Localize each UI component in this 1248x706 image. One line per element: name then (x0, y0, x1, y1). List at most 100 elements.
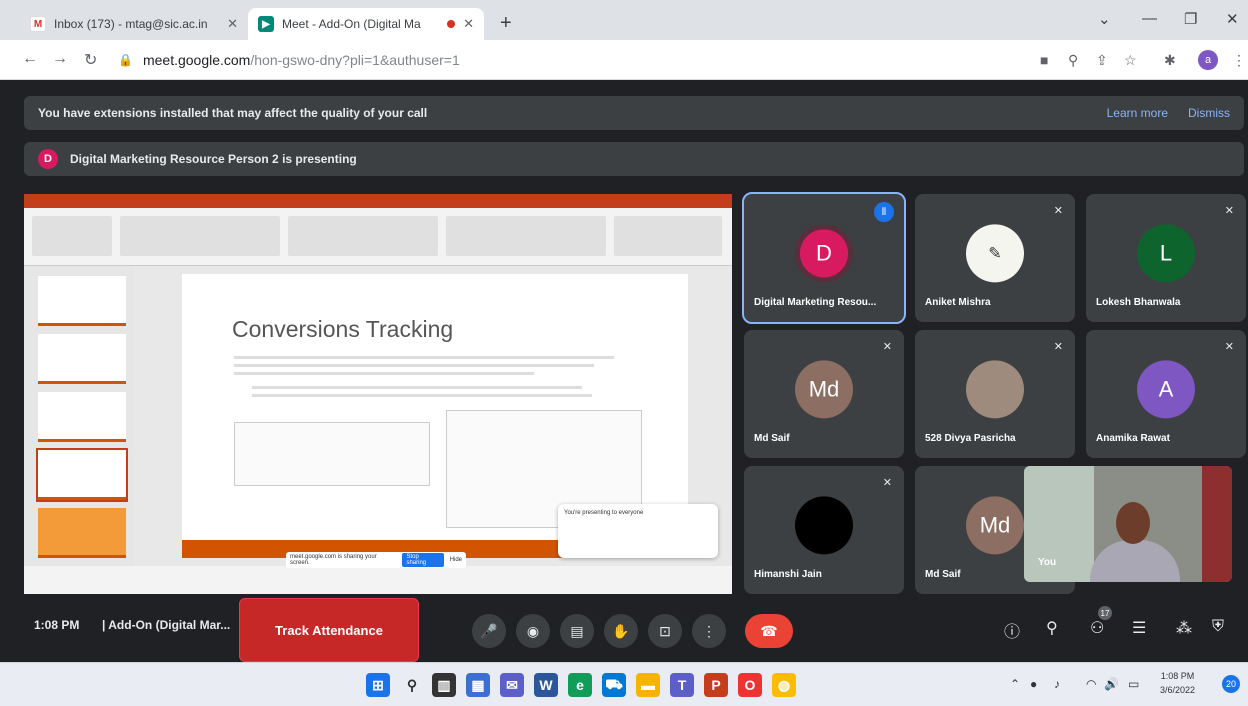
extension-warning-banner: You have extensions installed that may a… (24, 96, 1244, 130)
learn-more-link[interactable]: Learn more (1107, 106, 1168, 120)
share-bar-text: meet.google.com is sharing your screen. (290, 554, 377, 566)
search-icon[interactable]: ⚲ (400, 673, 424, 697)
new-tab-button[interactable]: + (500, 12, 512, 35)
avatar: A (1137, 360, 1195, 419)
dismiss-link[interactable]: Dismiss (1188, 106, 1230, 120)
participant-tile[interactable]: ✕ 528 Divya Pasricha (915, 330, 1075, 458)
present-icon[interactable]: ⊡ (648, 614, 682, 648)
volume-icon[interactable]: 🔊 (1104, 677, 1119, 691)
mic-off-icon: ✕ (882, 341, 892, 353)
stop-sharing-button[interactable]: Stop sharing (402, 553, 444, 567)
hide-button[interactable]: Hide (450, 557, 462, 563)
track-attendance-button[interactable]: Track Attendance (239, 598, 419, 662)
meet-window: You have extensions installed that may a… (0, 80, 1248, 662)
zoom-icon[interactable]: ⚲ (1068, 52, 1078, 69)
share-icon[interactable]: ⇪ (1096, 52, 1108, 69)
captions-icon[interactable]: ▤ (560, 614, 594, 648)
browser-toolbar: ← → ↻ 🔒 meet.google.com /hon-gswo-dny?pl… (0, 40, 1248, 80)
chevron-up-icon[interactable]: ⌃ (1010, 677, 1020, 691)
mute-all-icon[interactable]: ⚲ (1046, 618, 1058, 638)
camera-icon[interactable]: ◉ (516, 614, 550, 648)
word-icon[interactable]: W (534, 673, 558, 697)
self-label: You (1038, 557, 1057, 568)
participant-name: Md Saif (754, 433, 790, 444)
avatar: ✎ (966, 224, 1024, 283)
ppt-status-bar (24, 566, 732, 594)
end-call-button[interactable]: ☎ (745, 614, 793, 648)
camera-in-use-icon[interactable]: ■ (1040, 52, 1048, 68)
back-icon[interactable]: ← (22, 50, 38, 68)
tab-gmail-title: Inbox (173) - mtag@sic.ac.in (54, 17, 208, 31)
participant-tile[interactable]: ✕ L Lokesh Bhanwala (1086, 194, 1246, 322)
reload-icon[interactable]: ↻ (84, 50, 97, 70)
close-tab-icon[interactable]: ✕ (463, 16, 474, 32)
screen-share-notice: meet.google.com is sharing your screen. … (286, 552, 466, 568)
clock-time: 1:08 PM (1160, 671, 1195, 681)
windows-start-icon[interactable]: ⊞ (366, 673, 390, 697)
info-icon[interactable]: ⓘ (1004, 618, 1020, 642)
activities-icon[interactable]: ⁂ (1176, 618, 1192, 638)
mic-off-icon: ✕ (1053, 205, 1063, 217)
meet-icon: ▶ (258, 16, 274, 32)
edge-icon[interactable]: e (568, 673, 592, 697)
tray-mic-icon[interactable]: ♪ (1054, 677, 1060, 691)
opera-icon[interactable]: O (738, 673, 762, 697)
task-view-icon[interactable]: ▥ (432, 673, 456, 697)
shared-screen[interactable]: Conversions Tracking meet.google.com is … (24, 194, 732, 594)
teams-chat-icon[interactable]: ✉ (500, 673, 524, 697)
tab-meet-title: Meet - Add-On (Digital Ma (282, 17, 421, 31)
tab-gmail[interactable]: M Inbox (173) - mtag@sic.ac.in ✕ (20, 8, 248, 40)
host-controls-icon[interactable]: ⛨ (1212, 618, 1224, 636)
ppt-title-bar (24, 194, 732, 208)
participant-name: Himanshi Jain (754, 569, 822, 580)
participant-tile[interactable]: ✕ ✎ Aniket Mishra (915, 194, 1075, 322)
notification-badge[interactable]: 20 (1222, 675, 1240, 693)
wifi-icon[interactable]: ◠ (1086, 677, 1096, 691)
menu-icon[interactable]: ⋮ (1232, 52, 1246, 69)
battery-icon[interactable]: ▭ (1128, 677, 1139, 691)
participant-tile[interactable]: ✕ Md Md Saif (744, 330, 904, 458)
store-icon[interactable]: ⛟ (602, 673, 626, 697)
file-explorer-icon[interactable]: ▬ (636, 673, 660, 697)
minimize-icon[interactable]: — (1142, 10, 1157, 27)
ppt-ribbon (24, 208, 732, 266)
tab-meet[interactable]: ▶ Meet - Add-On (Digital Ma ✕ (248, 8, 484, 40)
tray-app-icon[interactable]: ● (1030, 677, 1037, 691)
avatar: D (795, 224, 853, 283)
teams-icon[interactable]: T (670, 673, 694, 697)
participant-count-badge: 17 (1098, 606, 1112, 620)
taskbar-clock[interactable]: 1:08 PM 3/6/2022 (1160, 669, 1195, 697)
meeting-time: 1:08 PM (34, 618, 80, 632)
extensions-icon[interactable]: ✱ (1164, 52, 1176, 69)
forward-icon[interactable]: → (52, 50, 68, 68)
recording-dot-icon (447, 20, 456, 28)
chrome-icon[interactable]: ◍ (772, 673, 796, 697)
address-bar[interactable]: 🔒 meet.google.com /hon-gswo-dny?pli=1&au… (118, 45, 1018, 75)
chevron-down-icon[interactable]: ⌄ (1098, 10, 1111, 28)
close-tab-icon[interactable]: ✕ (227, 16, 238, 32)
chat-icon[interactable]: ☰ (1132, 618, 1146, 638)
presenting-bar: D Digital Marketing Resource Person 2 is… (24, 142, 1244, 176)
participant-tile[interactable]: ✕ Himanshi Jain (744, 466, 904, 594)
mic-icon[interactable]: 🎤 (472, 614, 506, 648)
self-view-tile[interactable]: You (1024, 466, 1232, 582)
widgets-icon[interactable]: ▦ (466, 673, 490, 697)
notification-text: You're presenting to everyone (564, 510, 644, 516)
bookmark-star-icon[interactable]: ☆ (1124, 52, 1137, 69)
gmail-icon: M (30, 16, 46, 32)
people-icon[interactable]: ⚇ (1090, 618, 1104, 638)
url-host: meet.google.com (142, 52, 251, 68)
lock-icon: 🔒 (118, 53, 133, 67)
participant-tile[interactable]: ✕ A Anamika Rawat (1086, 330, 1246, 458)
participant-tile[interactable]: ⦀ D Digital Marketing Resou... (742, 192, 906, 324)
powerpoint-icon[interactable]: P (704, 673, 728, 697)
participant-name: 528 Divya Pasricha (925, 433, 1016, 444)
more-options-icon[interactable]: ⋮ (692, 614, 726, 648)
restore-icon[interactable]: ❐ (1184, 10, 1197, 28)
windows-taskbar: ⊞ ⚲ ▥ ▦ ✉ W e ⛟ ▬ T P O ◍ ⌃ ● ♪ ◠ 🔊 ▭ 1:… (0, 662, 1248, 706)
mic-off-icon: ✕ (1053, 341, 1063, 353)
slide-title: Conversions Tracking (232, 316, 454, 342)
close-window-icon[interactable]: ✕ (1226, 10, 1239, 28)
raise-hand-icon[interactable]: ✋ (604, 614, 638, 648)
profile-avatar[interactable]: a (1198, 50, 1218, 70)
